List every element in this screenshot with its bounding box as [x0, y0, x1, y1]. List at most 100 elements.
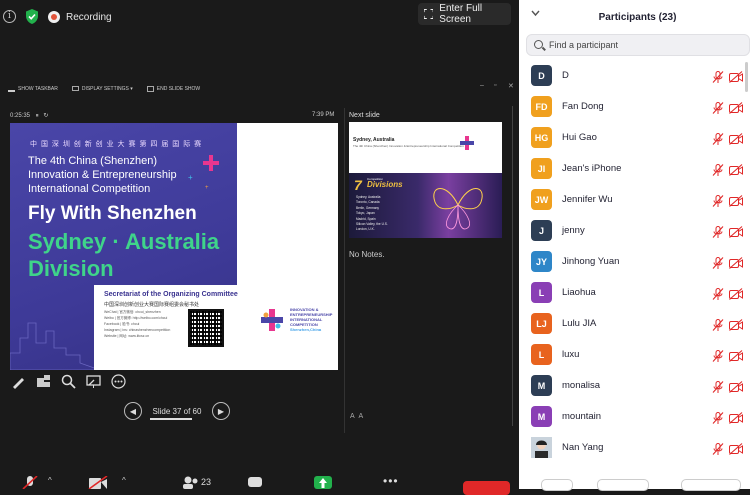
participant-name: Jean's iPhone — [562, 163, 622, 174]
participant-row[interactable]: Lluxu — [519, 339, 750, 370]
recording-indicator[interactable]: Recording — [48, 8, 112, 26]
pause-icon[interactable]: ⏸ — [36, 113, 39, 119]
next-slide-preview[interactable]: Sydney, Australia The 4th China (Shenzhe… — [349, 122, 502, 238]
avatar: D — [531, 65, 552, 86]
speaker-notes: No Notes. — [349, 250, 385, 259]
enter-full-screen-button[interactable]: Enter Full Screen — [418, 3, 511, 25]
city-item: London, U.K. — [356, 227, 375, 232]
participant-row[interactable]: DD — [519, 60, 750, 91]
display-icon — [71, 86, 79, 91]
elapsed-time: 0:25:35 — [10, 113, 31, 119]
participant-row[interactable]: JY Jinhong Yuan — [519, 246, 750, 277]
division-line-2: Division — [28, 256, 114, 281]
next-slide-title: Sydney, Australia — [353, 137, 395, 143]
security-shield-icon[interactable] — [24, 8, 40, 25]
divisions-heading: Competition Divisions — [367, 178, 403, 189]
font-size-controls[interactable]: A A — [350, 413, 363, 420]
video-off-icon — [729, 101, 743, 114]
search-placeholder: Find a participant — [549, 40, 619, 50]
participant-row[interactable]: L Liaohua — [519, 277, 750, 308]
avatar: JW — [531, 189, 552, 210]
notes-scrollbar[interactable] — [512, 106, 513, 426]
more-options-icon[interactable] — [110, 373, 127, 390]
participant-name: Liaohua — [562, 287, 596, 298]
end-show-icon — [146, 86, 154, 92]
video-off-icon — [729, 411, 743, 424]
avatar: L — [531, 344, 552, 365]
participant-row[interactable]: HG Hui Gao — [519, 122, 750, 153]
mic-muted-icon — [712, 225, 724, 238]
panel-bottom-buttons — [519, 479, 750, 491]
display-settings-button[interactable]: DISPLAY SETTINGS ▾ — [71, 86, 133, 92]
more-icon[interactable]: ••• — [383, 474, 399, 488]
participant-row[interactable]: JI Jean's iPhone — [519, 153, 750, 184]
participant-name: monalisa — [562, 380, 601, 391]
mic-muted-icon — [712, 380, 724, 393]
participant-name: jenny — [562, 225, 585, 236]
participant-name: D — [562, 70, 569, 81]
chat-icon[interactable] — [247, 476, 263, 489]
avatar: J — [531, 220, 552, 241]
zoom-icon[interactable] — [60, 373, 77, 390]
avatar: M — [531, 406, 552, 427]
divisions-word: Divisions — [367, 180, 403, 189]
mic-muted-icon — [712, 318, 724, 331]
title-line-1: The 4th China (Shenzhen) — [28, 155, 158, 167]
avatar: L — [531, 282, 552, 303]
current-slide: 中 国 深 圳 创 新 创 业 大 赛 第 四 届 国 际 赛 The 4th … — [10, 123, 338, 370]
competition-logo-icon — [261, 309, 283, 331]
video-off-icon — [729, 349, 743, 362]
participant-count: 23 — [201, 477, 212, 487]
minimize-icon[interactable]: – — [480, 82, 484, 89]
more-button[interactable] — [681, 479, 741, 491]
participants-header: Participants (23) — [519, 0, 750, 34]
end-slide-show-button[interactable]: END SLIDE SHOW — [146, 86, 200, 92]
participant-row[interactable]: Jjenny — [519, 215, 750, 246]
slide-tools — [10, 373, 127, 390]
fullscreen-icon — [424, 9, 434, 19]
previous-slide-button[interactable]: ◀ — [124, 402, 142, 420]
video-off-icon — [729, 442, 743, 455]
pen-tool-icon[interactable] — [10, 373, 27, 390]
restore-icon[interactable]: ▫ — [494, 82, 496, 89]
reset-icon[interactable]: ↻ — [43, 113, 48, 119]
participant-row[interactable]: LJ Lulu JIA — [519, 308, 750, 339]
video-off-icon — [729, 287, 743, 300]
mic-muted-icon — [712, 442, 724, 455]
next-slide-button[interactable]: ▶ — [212, 402, 230, 420]
small-plus-icon: + — [188, 173, 193, 182]
end-meeting-button[interactable] — [463, 481, 510, 495]
mic-muted-icon — [712, 411, 724, 424]
close-icon[interactable]: ✕ — [508, 82, 514, 90]
mic-muted-icon — [712, 132, 724, 145]
mic-muted-icon — [712, 101, 724, 114]
participants-title: Participants (23) — [598, 12, 677, 23]
meeting-info-icon[interactable]: i — [3, 10, 16, 23]
avatar: JI — [531, 158, 552, 179]
mic-muted-icon — [712, 194, 724, 207]
mute-mic-icon[interactable] — [22, 476, 38, 489]
participant-row[interactable]: Mmountain — [519, 401, 750, 432]
skyline-illustration — [10, 322, 100, 370]
slide-counter: Slide 37 of 60 — [148, 407, 206, 420]
secretariat-chinese: 中国深圳创新创业大赛国际赛组委会秘书处 — [104, 302, 200, 308]
participant-row[interactable]: JW Jennifer Wu — [519, 184, 750, 215]
participants-icon[interactable] — [182, 476, 200, 489]
share-screen-icon[interactable] — [314, 476, 332, 489]
stop-video-icon[interactable] — [88, 476, 108, 489]
video-off-icon — [729, 318, 743, 331]
mute-all-button[interactable] — [597, 479, 649, 491]
audio-options-chevron-icon[interactable]: ^ — [48, 476, 52, 485]
participant-search-input[interactable]: Find a participant — [526, 34, 750, 56]
participant-row[interactable]: FD Fan Dong — [519, 91, 750, 122]
butterfly-illustration — [433, 188, 483, 230]
participant-row[interactable]: Mmonalisa — [519, 370, 750, 401]
see-all-slides-icon[interactable] — [35, 373, 52, 390]
invite-button[interactable] — [541, 479, 573, 491]
show-taskbar-button[interactable]: SHOW TASKBAR — [8, 86, 58, 92]
video-options-chevron-icon[interactable]: ^ — [122, 476, 126, 485]
pointer-display-icon[interactable] — [85, 373, 102, 390]
participant-row[interactable]: Nan Yang — [519, 432, 750, 463]
next-slide-divisions-panel: 7 Competition Divisions Sydney, Australi… — [349, 173, 502, 238]
small-plus-icon: + — [205, 185, 209, 191]
